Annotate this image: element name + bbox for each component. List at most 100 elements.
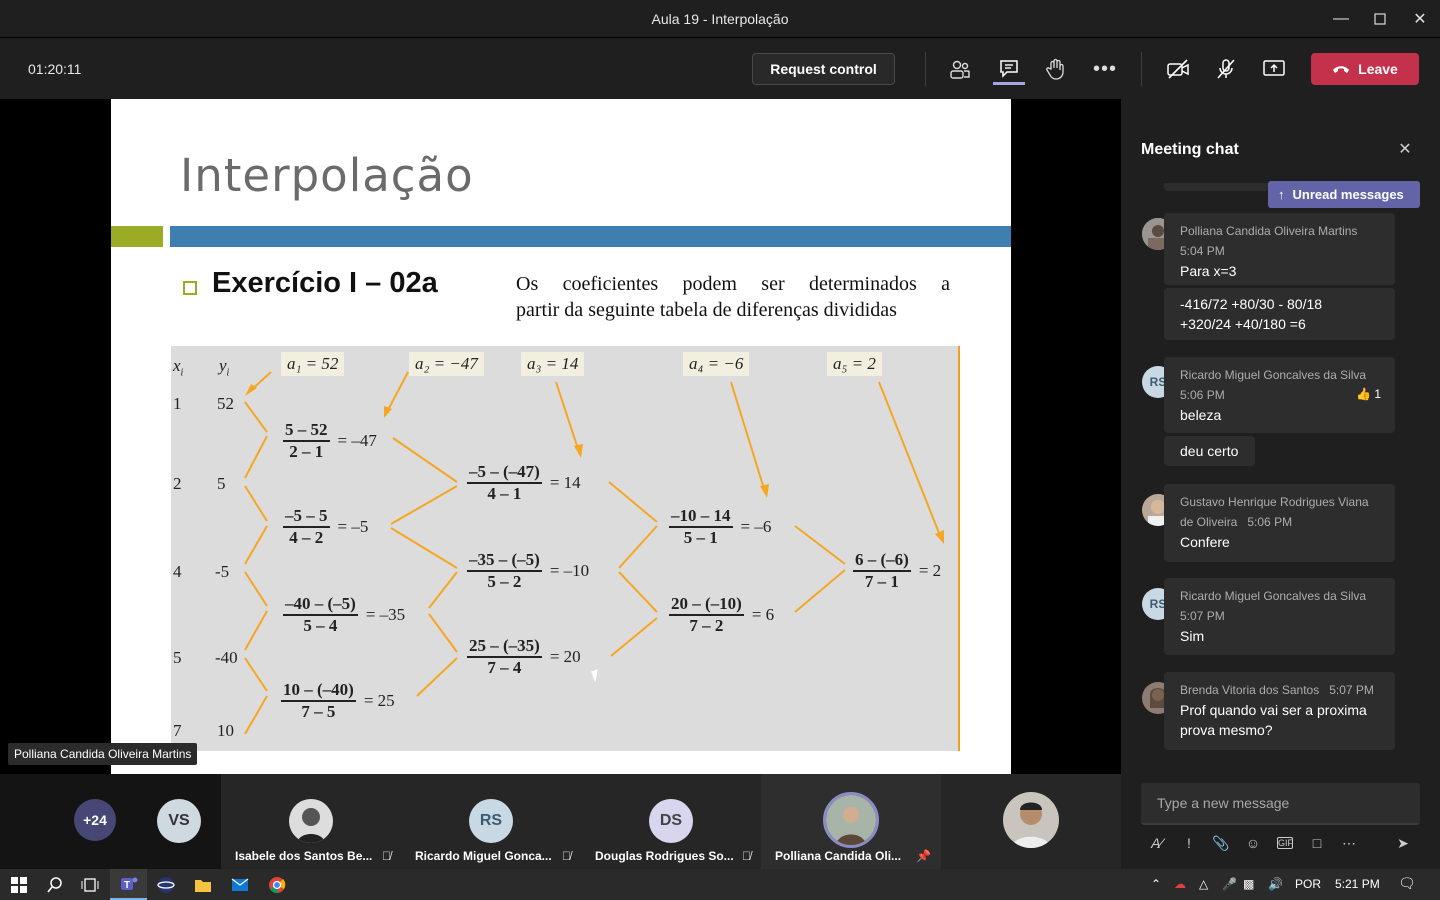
meeting-toolbar: 01:20:11 Request control ••• Leave [0,38,1440,99]
message-text: beleza [1180,407,1222,423]
request-control-button[interactable]: Request control [752,53,895,85]
mic-muted-icon: 🎙̸ [742,849,751,863]
difference-1-2: –5 – 54 – 2 = –5 [283,506,369,547]
message-text: +320/24 +40/180 =6 [1180,316,1306,332]
coef-a2: a₂ = −47 [409,352,484,376]
participant-tile-presenter[interactable]: Polliana Candida Oli... 📌 [761,774,941,869]
meeting-chat-panel: Meeting chat ✕ ↑ Unread messages Pollian… [1121,99,1440,869]
difference-3-1: –10 – 14 5 – 1 = –6 [669,506,772,547]
share-screen-icon[interactable] [1258,53,1290,85]
message-meta: Brenda Vitoria dos Santos 5:07 PM [1180,680,1379,700]
mic-off-icon[interactable] [1210,53,1242,85]
participant-avatar: DS [649,799,693,843]
participant-tile[interactable]: DS Douglas Rodrigues So... 🎙̸ [581,774,761,869]
message-text: prova mesmo? [1180,722,1273,738]
format-icon[interactable]: A⁄ [1141,835,1173,851]
message-text: deu certo [1180,443,1239,459]
thumbs-up-icon: 👍 [1356,387,1371,401]
task-view-icon[interactable] [71,869,108,900]
participant-photo [823,792,879,848]
sticker-icon[interactable]: □ [1301,835,1333,851]
participant-avatar: RS [469,799,513,843]
language-indicator[interactable]: POR [1295,877,1321,891]
unread-messages-button[interactable]: ↑ Unread messages [1268,181,1420,208]
browser-app-icon[interactable] [147,869,184,900]
onedrive-error-icon[interactable]: ☁ [1174,877,1186,891]
chat-message: Polliana Candida Oliveira Martins 5:04 P… [1164,213,1395,285]
clock[interactable]: 5:21 PM [1335,877,1380,891]
phone-hangup-icon [1333,66,1350,73]
coef-a4: a₄ = −6 [683,352,750,376]
message-time: 5:04 PM [1180,244,1225,258]
slide-title: Interpolação [180,149,474,202]
close-icon[interactable]: ✕ [1397,0,1440,38]
tray-app-icon[interactable]: △ [1199,877,1208,891]
participant-photo [289,799,333,843]
camera-off-icon[interactable] [1162,53,1194,85]
message-text: Sim [1180,628,1205,644]
message-author: Polliana Candida Oliveira Martins [1180,224,1358,238]
message-time: 5:07 PM [1329,683,1374,697]
more-icon[interactable]: ⋯ [1333,835,1365,852]
exercise-text-line2: partir da seguinte tabela de diferenças … [516,299,897,321]
y-value: -40 [215,648,238,667]
important-icon[interactable]: ! [1173,835,1205,851]
window-title: Aula 19 - Interpolação [651,11,789,27]
meeting-timer: 01:20:11 [28,61,82,77]
participants-icon[interactable] [944,53,976,85]
participant-name: Ricardo Miguel Gonca... [415,849,552,863]
participant-avatar-vs[interactable]: VS [157,799,201,843]
chat-icon[interactable] [993,53,1025,85]
close-chat-icon[interactable]: ✕ [1395,139,1415,159]
gif-icon[interactable]: GIF [1277,837,1293,849]
leave-button[interactable]: Leave [1311,53,1419,85]
participant-photo [1003,792,1059,848]
unread-label: Unread messages [1292,187,1404,202]
difference-4-1: 6 – (–6) 7 – 1 = 2 [853,550,942,591]
raise-hand-icon[interactable] [1040,53,1072,85]
compose-toolbar: A⁄ ! 📎 ☺ GIF □ ⋯ ➤ [1141,832,1420,854]
chrome-app-icon[interactable] [258,869,295,900]
slide-accent-green [111,226,163,247]
bullet-square-icon [183,281,197,295]
x-header: xi [173,356,184,379]
x-value: 1 [173,394,182,413]
volume-icon[interactable]: 🔊 [1268,877,1283,891]
like-reaction[interactable]: 👍 1 [1356,387,1381,401]
presentation-slide: Interpolação Exercício I – 02a Os coefic… [111,99,1011,774]
more-options-icon[interactable]: ••• [1089,53,1121,85]
notifications-icon[interactable]: 🗨 [1398,875,1416,892]
difference-1-3: –40 – (–5) 5 – 4 = –35 [283,594,406,635]
message-text: Confere [1180,534,1230,550]
microphone-tray-icon[interactable]: 🎤 [1222,877,1237,891]
mic-muted-icon: 🎙̸ [382,849,391,863]
windows-start-icon[interactable] [0,869,37,900]
leave-label: Leave [1358,61,1398,77]
svg-text:T: T [124,880,130,891]
mail-app-icon[interactable] [221,869,258,900]
x-value: 2 [173,474,182,493]
chat-compose-input[interactable]: Type a new message [1141,783,1420,825]
network-icon[interactable]: ▩ [1243,877,1254,891]
participant-tile[interactable]: RS Ricardo Miguel Gonca... 🎙̸ [401,774,581,869]
attach-icon[interactable]: 📎 [1205,835,1237,852]
chat-message: Brenda Vitoria dos Santos 5:07 PM Prof q… [1164,672,1395,750]
message-author-cont: de Oliveira 5:06 PM [1180,515,1293,529]
chat-message: Gustavo Henrique Rodrigues Viana de Oliv… [1164,484,1395,562]
y-value: 10 [217,721,234,740]
send-icon[interactable]: ➤ [1387,835,1419,852]
arrow-up-icon: ↑ [1278,187,1285,202]
participant-tile[interactable] [941,774,1121,869]
teams-app-icon[interactable]: T [110,869,147,900]
slide-accent-blue [170,226,1011,247]
x-value: 7 [173,721,182,740]
participant-name: Douglas Rodrigues So... [595,849,734,863]
tray-chevron-icon[interactable]: ⌃ [1151,877,1161,891]
coef-a1: a₁ = 52 [281,352,345,376]
emoji-icon[interactable]: ☺ [1237,835,1269,851]
file-explorer-icon[interactable] [184,869,221,900]
message-time: 5:07 PM [1180,609,1225,623]
more-participants-button[interactable]: +24 [74,799,116,841]
participant-tile[interactable]: Isabele dos Santos Be... 🎙̸ [221,774,401,869]
search-icon[interactable] [36,869,73,900]
